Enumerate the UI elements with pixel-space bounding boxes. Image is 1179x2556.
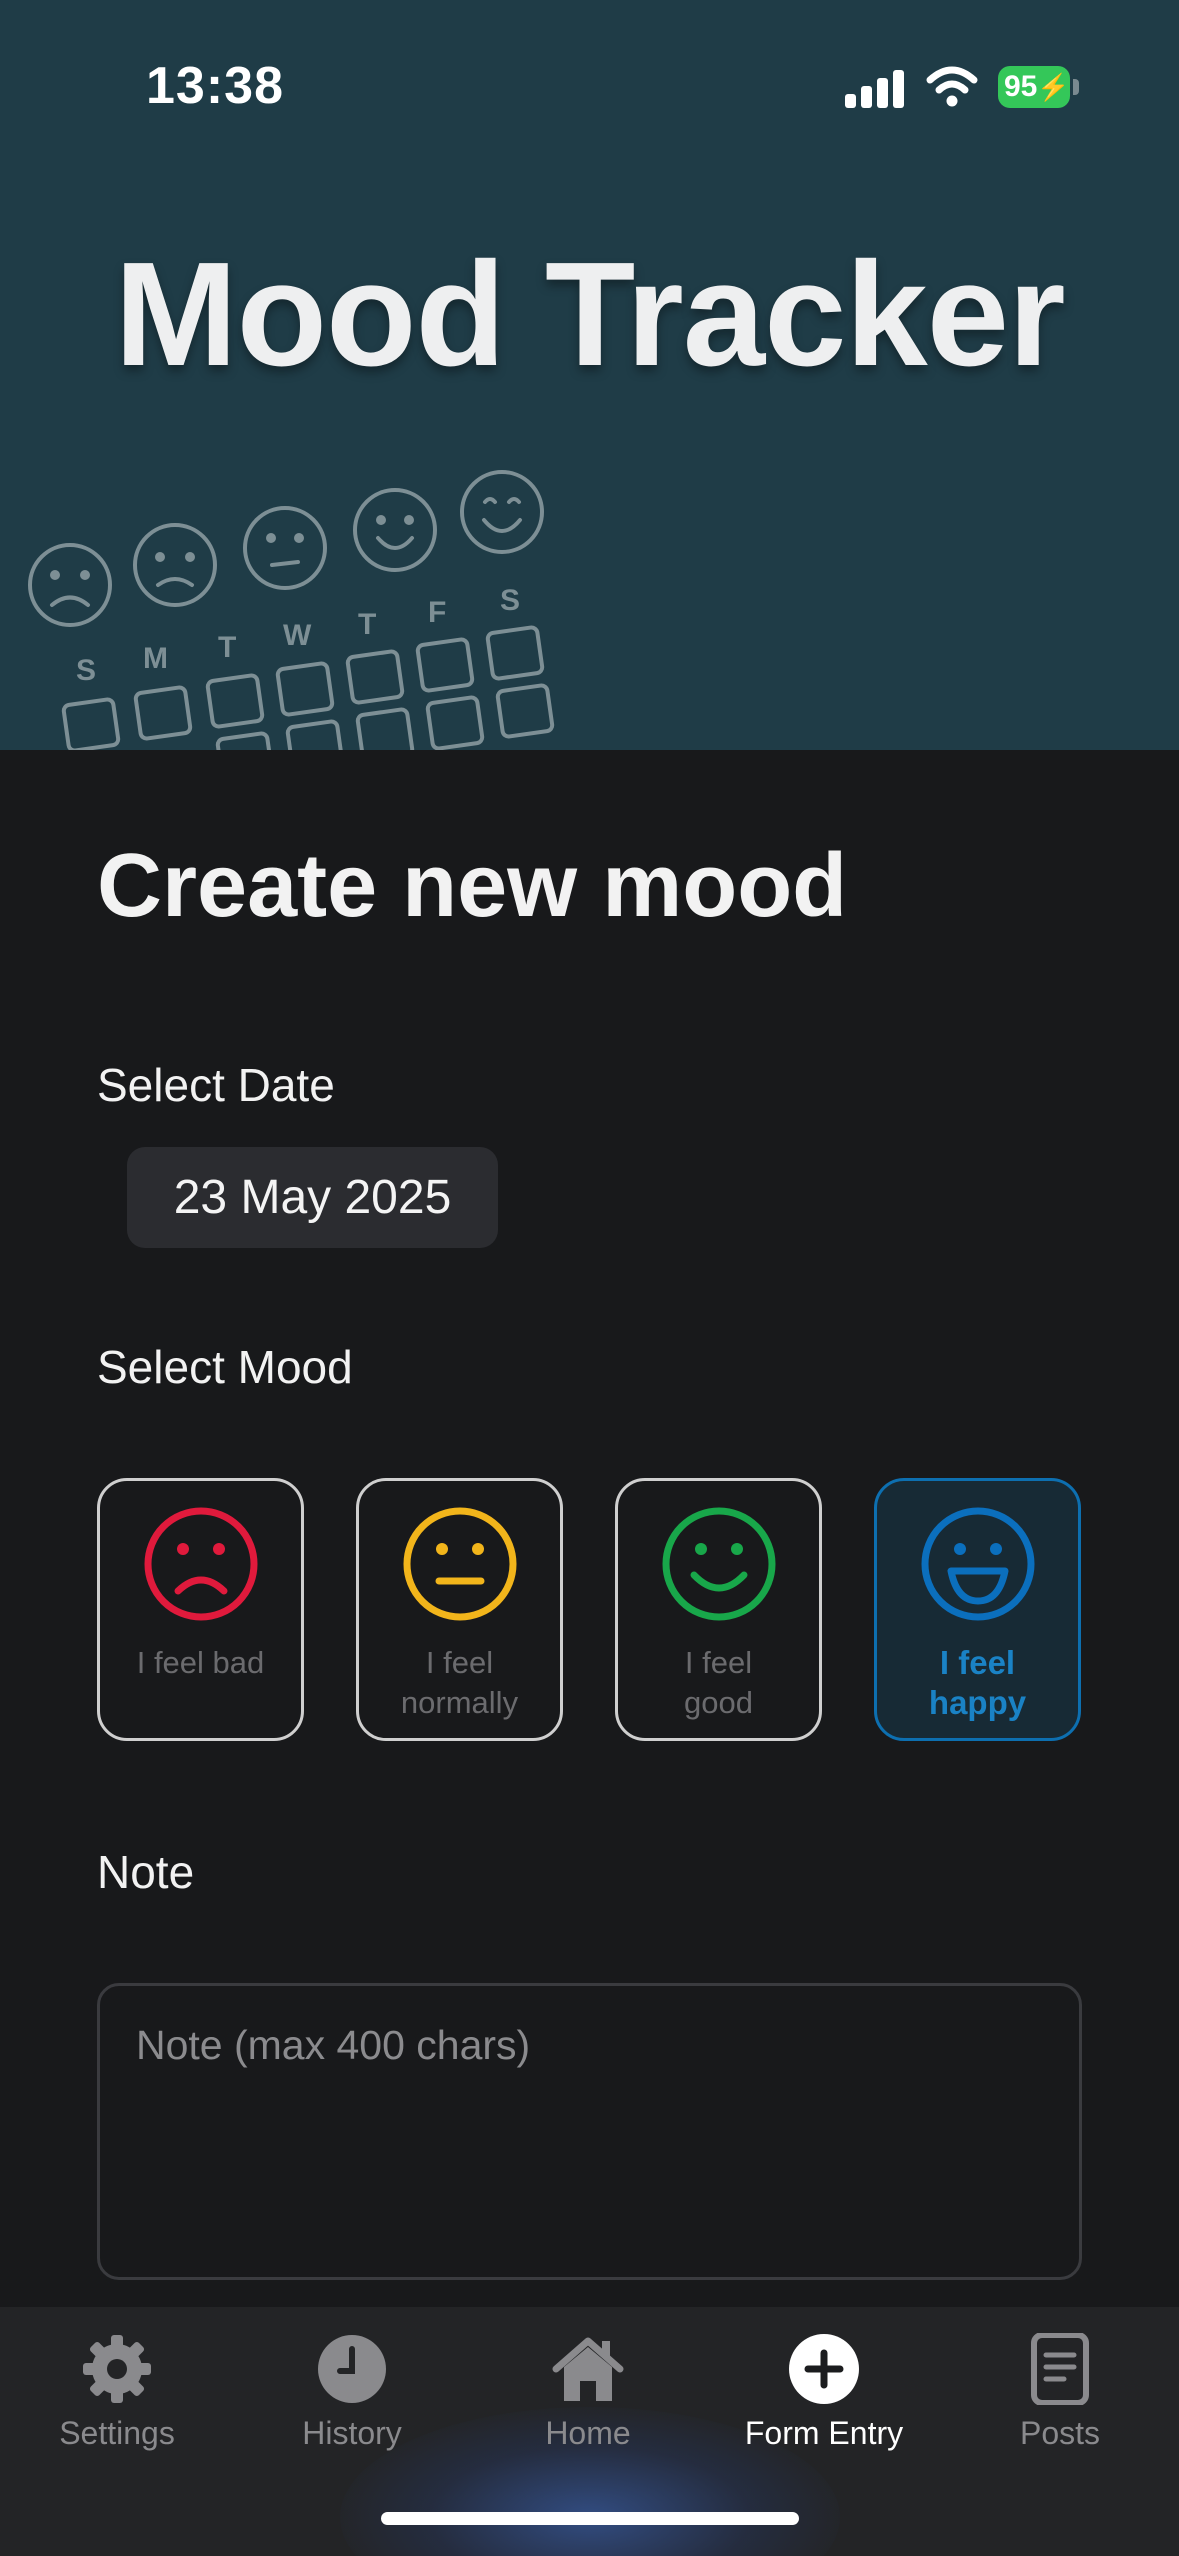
sad-face-icon [144,1507,258,1621]
mood-option-good[interactable]: I feel good [615,1478,822,1741]
neutral-face-icon [403,1507,517,1621]
header-illustration: S M T W T F S [28,470,555,750]
document-icon [1031,2333,1089,2405]
battery-icon: 95⚡ [998,66,1080,108]
tab-settings[interactable]: Settings [12,2327,222,2457]
gear-icon [83,2335,151,2403]
mood-option-bad[interactable]: I feel bad [97,1478,304,1741]
note-placeholder: Note (max 400 chars) [136,2022,531,2068]
tab-label: Posts [1019,2415,1101,2451]
tab-label: Home [545,2415,631,2451]
tab-posts[interactable]: Posts [955,2327,1165,2457]
app-header: 13:38 95⚡ Mood Tracker S M T W T F S [0,0,1179,750]
clock-icon [318,2335,386,2403]
home-icon [552,2337,624,2401]
battery-level: 95 [1004,70,1038,103]
mood-option-happy[interactable]: I feel happy [874,1478,1081,1741]
home-indicator[interactable] [381,2512,799,2525]
date-picker-button[interactable]: 23 May 2025 [127,1147,498,1248]
page-title: Create new mood [97,836,848,936]
mood-option-normal[interactable]: I feel normally [356,1478,563,1741]
art-weekday: S [500,584,520,617]
tab-label: Form Entry [744,2415,904,2451]
art-weekday: W [283,619,312,652]
cellular-signal-icon [845,68,905,108]
art-weekday: T [358,608,376,641]
art-weekday: T [218,631,236,664]
tab-form-entry[interactable]: Form Entry [719,2327,929,2457]
mood-text-line1: I feel [684,1645,753,1680]
mood-text-line1: I feel bad [136,1645,265,1680]
mood-text-line2: good [684,1685,753,1720]
mood-text-line2: normally [400,1685,519,1720]
status-time: 13:38 [146,57,284,115]
wifi-icon [926,66,978,107]
mood-text-line1: I feel [939,1644,1016,1681]
mood-text-line2: happy [928,1684,1027,1721]
note-label: Note [97,1846,195,1898]
art-weekday: M [143,642,168,675]
mood-text-line1: I feel [425,1645,494,1680]
plus-circle-icon [789,2334,859,2404]
smile-face-icon [662,1507,776,1621]
art-weekday: F [428,596,446,629]
note-textarea[interactable]: Note (max 400 chars) [97,1983,1082,2280]
app-title: Mood Tracker [114,232,1065,397]
tab-history[interactable]: History [247,2327,457,2457]
tab-label: Settings [59,2415,175,2451]
laughing-face-icon [921,1507,1035,1621]
tab-label: History [302,2415,402,2451]
tab-home[interactable]: Home [483,2327,693,2457]
art-weekday: S [76,654,96,687]
date-label: Select Date [97,1059,335,1111]
mood-label: Select Mood [97,1341,353,1393]
